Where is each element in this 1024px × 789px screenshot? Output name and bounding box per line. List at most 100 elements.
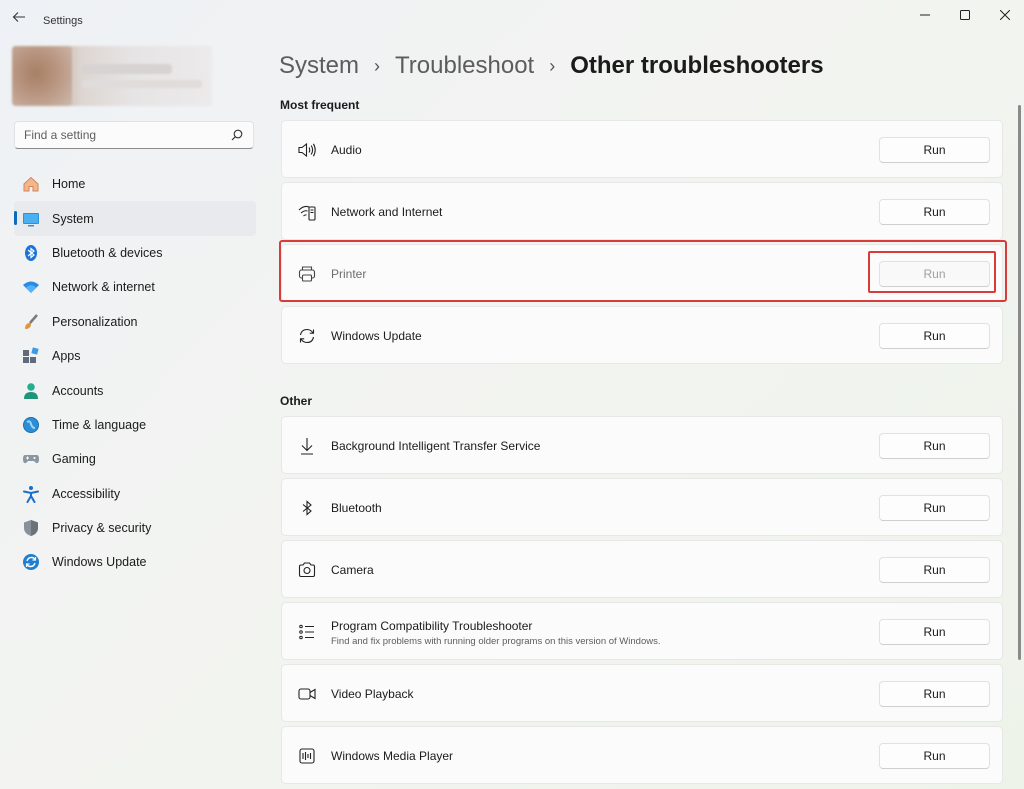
sidebar-item-home[interactable]: Home (14, 167, 256, 201)
run-camera-button[interactable]: Run (879, 557, 990, 583)
troubleshooter-network: Network and Internet Run (281, 182, 1003, 240)
run-audio-button[interactable]: Run (879, 137, 990, 163)
user-profile[interactable] (12, 46, 212, 106)
troubleshooter-bluetooth: Bluetooth Run (281, 478, 1003, 536)
close-button[interactable] (990, 6, 1020, 24)
breadcrumb-system[interactable]: System (279, 52, 359, 80)
run-windows-media-player-button[interactable]: Run (879, 743, 990, 769)
chevron-right-icon: › (374, 55, 381, 76)
sidebar-item-label: Windows Update (52, 555, 147, 570)
title-bar: Settings (0, 0, 1024, 40)
troubleshooter-video-playback: Video Playback Run (281, 664, 1003, 722)
troubleshooter-description: Find and fix problems with running older… (331, 636, 661, 647)
brush-icon (22, 313, 40, 331)
run-network-button[interactable]: Run (879, 199, 990, 225)
section-title-most-frequent: Most frequent (280, 98, 360, 112)
troubleshooter-camera: Camera Run (281, 540, 1003, 598)
troubleshooter-label: Background Intelligent Transfer Service (331, 439, 541, 453)
apps-icon (22, 347, 40, 365)
sidebar-item-accessibility[interactable]: Accessibility (14, 477, 256, 511)
troubleshooter-label: Video Playback (331, 687, 414, 701)
sidebar-item-label: Accounts (52, 383, 104, 398)
maximize-icon (960, 10, 970, 20)
accessibility-icon (22, 485, 40, 503)
speaker-icon (297, 140, 317, 160)
video-icon (297, 684, 317, 704)
sidebar-item-privacy-security[interactable]: Privacy & security (14, 511, 256, 545)
update-icon (22, 553, 40, 571)
troubleshooter-windows-media-player: Windows Media Player Run (281, 726, 1003, 784)
search-input[interactable] (24, 128, 224, 142)
refresh-icon (297, 326, 317, 346)
sidebar-item-system[interactable]: System (14, 201, 256, 236)
run-program-compatibility-button[interactable]: Run (879, 619, 990, 645)
sidebar-item-label: Bluetooth & devices (52, 245, 163, 260)
home-icon (22, 175, 40, 193)
sidebar-item-label: System (52, 211, 94, 226)
close-icon (1000, 10, 1010, 20)
arrow-left-icon (12, 12, 25, 22)
system-icon (22, 210, 40, 228)
run-windows-update-button[interactable]: Run (879, 323, 990, 349)
minimize-icon (920, 14, 930, 16)
troubleshooter-bits: Background Intelligent Transfer Service … (281, 416, 1003, 474)
troubleshooter-label: Audio (331, 143, 362, 157)
sidebar-item-label: Time & language (52, 417, 147, 432)
globe-icon (22, 416, 40, 434)
sidebar-item-label: Accessibility (52, 486, 121, 501)
sidebar-item-apps[interactable]: Apps (14, 339, 256, 373)
troubleshooter-audio: Audio Run (281, 120, 1003, 178)
troubleshooter-program-compatibility: Program Compatibility Troubleshooter Fin… (281, 602, 1003, 660)
shield-icon (22, 519, 40, 537)
sidebar-item-bluetooth-devices[interactable]: Bluetooth & devices (14, 236, 256, 270)
media-player-icon (297, 746, 317, 766)
sidebar-item-label: Apps (52, 349, 81, 364)
scrollbar[interactable] (1018, 105, 1021, 660)
bluetooth-icon (22, 244, 40, 262)
active-indicator (14, 211, 17, 226)
sidebar-item-label: Home (52, 177, 86, 192)
profile-name-redacted (82, 64, 172, 74)
run-bluetooth-button[interactable]: Run (879, 495, 990, 521)
page-title: Other troubleshooters (570, 52, 824, 79)
troubleshooter-windows-update: Windows Update Run (281, 306, 1003, 364)
troubleshooter-label: Network and Internet (331, 205, 443, 219)
breadcrumb-troubleshoot[interactable]: Troubleshoot (395, 52, 534, 80)
profile-email-redacted (82, 80, 202, 88)
chevron-right-icon: › (549, 55, 556, 76)
sidebar-item-gaming[interactable]: Gaming (14, 442, 256, 476)
sidebar-item-label: Privacy & security (52, 521, 152, 536)
search-icon (231, 129, 243, 141)
sidebar-nav: Home System Bluetooth & devices Network … (14, 167, 256, 580)
download-icon (297, 436, 317, 456)
sidebar-item-label: Gaming (52, 452, 96, 467)
troubleshooter-label: Program Compatibility Troubleshooter (331, 619, 533, 633)
sidebar-item-label: Network & internet (52, 280, 155, 295)
minimize-button[interactable] (910, 6, 940, 24)
person-icon (22, 382, 40, 400)
troubleshooter-label: Camera (331, 563, 374, 577)
sidebar-item-network[interactable]: Network & internet (14, 270, 256, 304)
sidebar-item-time-language[interactable]: Time & language (14, 408, 256, 442)
run-bits-button[interactable]: Run (879, 433, 990, 459)
list-icon (297, 622, 317, 642)
breadcrumb: System › Troubleshoot › Other troublesho… (279, 50, 824, 82)
search-box[interactable] (14, 121, 254, 149)
sidebar-item-personalization[interactable]: Personalization (14, 305, 256, 339)
app-title: Settings (43, 15, 83, 27)
maximize-button[interactable] (950, 6, 980, 24)
run-video-playback-button[interactable]: Run (879, 681, 990, 707)
back-button[interactable] (12, 10, 30, 30)
sidebar-item-label: Personalization (52, 314, 138, 329)
troubleshooter-label: Windows Update (331, 329, 422, 343)
network-icon (297, 202, 317, 222)
section-title-other: Other (280, 394, 313, 408)
troubleshooter-label: Windows Media Player (331, 749, 454, 763)
highlight-box-printer-run (868, 251, 996, 293)
wifi-icon (22, 278, 40, 296)
gamepad-icon (22, 450, 40, 468)
bluetooth-outline-icon (297, 498, 317, 518)
camera-icon (297, 560, 317, 580)
sidebar-item-windows-update[interactable]: Windows Update (14, 545, 256, 579)
sidebar-item-accounts[interactable]: Accounts (14, 373, 256, 407)
